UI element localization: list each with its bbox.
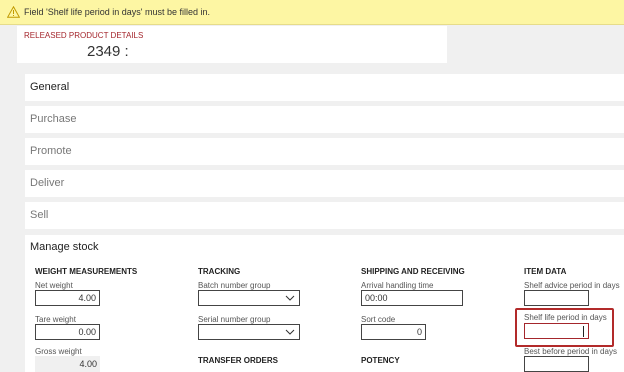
- tare-weight-field[interactable]: 0.00: [35, 324, 100, 340]
- chevron-down-icon: [285, 295, 295, 301]
- shelf-advice-period-label: Shelf advice period in days: [524, 281, 620, 290]
- potency-heading: POTENCY: [361, 356, 400, 365]
- tare-weight-value: 0.00: [78, 327, 96, 337]
- serial-number-group-label: Serial number group: [198, 315, 271, 324]
- section-purchase-label: Purchase: [30, 113, 77, 125]
- tare-weight-label: Tare weight: [35, 315, 76, 324]
- item-data-heading: ITEM DATA: [524, 267, 567, 276]
- arrival-handling-time-value: 00:00: [365, 293, 388, 303]
- section-manage-stock-label[interactable]: Manage stock: [30, 241, 98, 253]
- warning-message-text: Field 'Shelf life period in days' must b…: [24, 7, 211, 17]
- section-deliver[interactable]: Deliver: [25, 170, 624, 197]
- product-header: RELEASED PRODUCT DETAILS 2349 :: [17, 26, 447, 63]
- gross-weight-field: 4.00: [35, 356, 100, 372]
- warning-triangle-icon: [7, 6, 20, 18]
- page-title: 2349 :: [87, 43, 129, 60]
- best-before-period-label: Best before period in days: [524, 347, 617, 356]
- best-before-period-field[interactable]: [524, 356, 589, 372]
- section-promote-label: Promote: [30, 145, 72, 157]
- arrival-handling-time-field[interactable]: 00:00: [361, 290, 463, 306]
- warning-message-bar: Field 'Shelf life period in days' must b…: [0, 0, 624, 25]
- serial-number-group-select[interactable]: [198, 324, 300, 340]
- section-deliver-label: Deliver: [30, 177, 65, 189]
- net-weight-value: 4.00: [78, 293, 96, 303]
- sort-code-field[interactable]: 0: [361, 324, 426, 340]
- gross-weight-label: Gross weight: [35, 347, 82, 356]
- transfer-orders-heading: TRANSFER ORDERS: [198, 356, 279, 365]
- section-sell[interactable]: Sell: [25, 202, 624, 229]
- section-purchase[interactable]: Purchase: [25, 106, 624, 133]
- arrival-handling-time-label: Arrival handling time: [361, 281, 434, 290]
- weight-measurements-heading: WEIGHT MEASUREMENTS: [35, 267, 138, 276]
- gross-weight-value: 4.00: [79, 359, 97, 369]
- net-weight-label: Net weight: [35, 281, 73, 290]
- net-weight-field[interactable]: 4.00: [35, 290, 100, 306]
- section-general[interactable]: General: [25, 74, 624, 101]
- page-caption: RELEASED PRODUCT DETAILS: [24, 31, 144, 40]
- required-field-highlight: [515, 308, 614, 347]
- tracking-heading: TRACKING: [198, 267, 241, 276]
- section-general-label: General: [30, 81, 70, 93]
- section-sell-label: Sell: [30, 209, 49, 221]
- batch-number-group-select[interactable]: [198, 290, 300, 306]
- sort-code-value: 0: [416, 327, 422, 337]
- batch-number-group-label: Batch number group: [198, 281, 271, 290]
- shipping-receiving-heading: SHIPPING AND RECEIVING: [361, 267, 465, 276]
- section-promote[interactable]: Promote: [25, 138, 624, 165]
- sort-code-label: Sort code: [361, 315, 396, 324]
- shelf-advice-period-field[interactable]: [524, 290, 589, 306]
- chevron-down-icon: [285, 329, 295, 335]
